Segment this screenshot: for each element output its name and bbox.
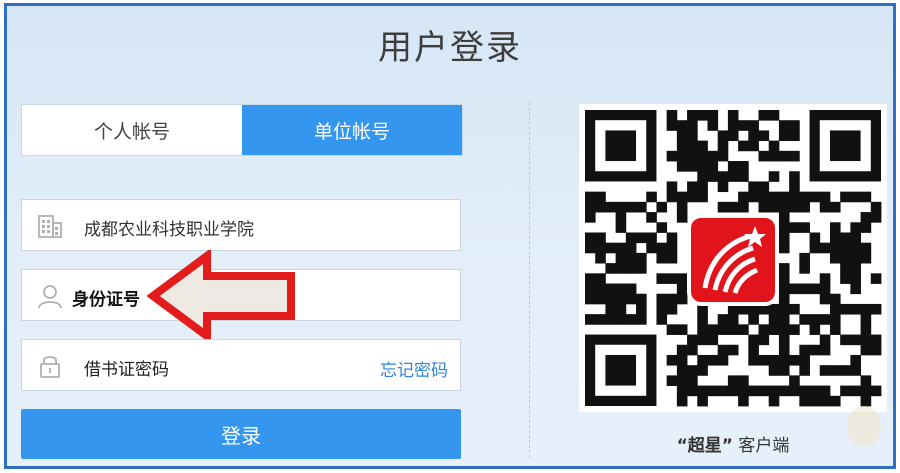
tab-personal-account[interactable]: 个人帐号 [22,105,242,155]
school-value: 成都农业科技职业学院 [84,220,254,240]
page-title: 用户登录 [378,28,522,68]
chaoxing-logo-icon [687,214,779,306]
school-field[interactable]: 成都农业科技职业学院 [21,199,461,251]
tab-organization-account[interactable]: 单位帐号 [242,105,462,155]
lock-icon [36,352,64,380]
balloon-decoration [847,406,881,446]
red-arrow-icon [147,250,295,342]
client-label: “超星” 客户端 [579,431,887,456]
password-field[interactable]: 借书证密码 忘记密码 [21,339,461,391]
client-suffix: 客户端 [738,436,790,456]
login-button[interactable]: 登录 [21,409,461,459]
password-label: 借书证密码 [84,360,169,380]
forgot-password-link[interactable]: 忘记密码 [380,356,448,381]
qr-code [579,104,887,412]
id-number-label: 身份证号 [72,290,140,310]
client-name: “超星” [676,436,733,456]
account-type-tabs: 个人帐号 单位帐号 [21,104,463,156]
user-icon [36,282,64,310]
login-panel: 用户登录 个人帐号 单位帐号 成都农业科技职业学院 身份证号 借书证密码 忘记密… [4,3,896,469]
building-icon [36,212,64,240]
divider [529,102,530,458]
